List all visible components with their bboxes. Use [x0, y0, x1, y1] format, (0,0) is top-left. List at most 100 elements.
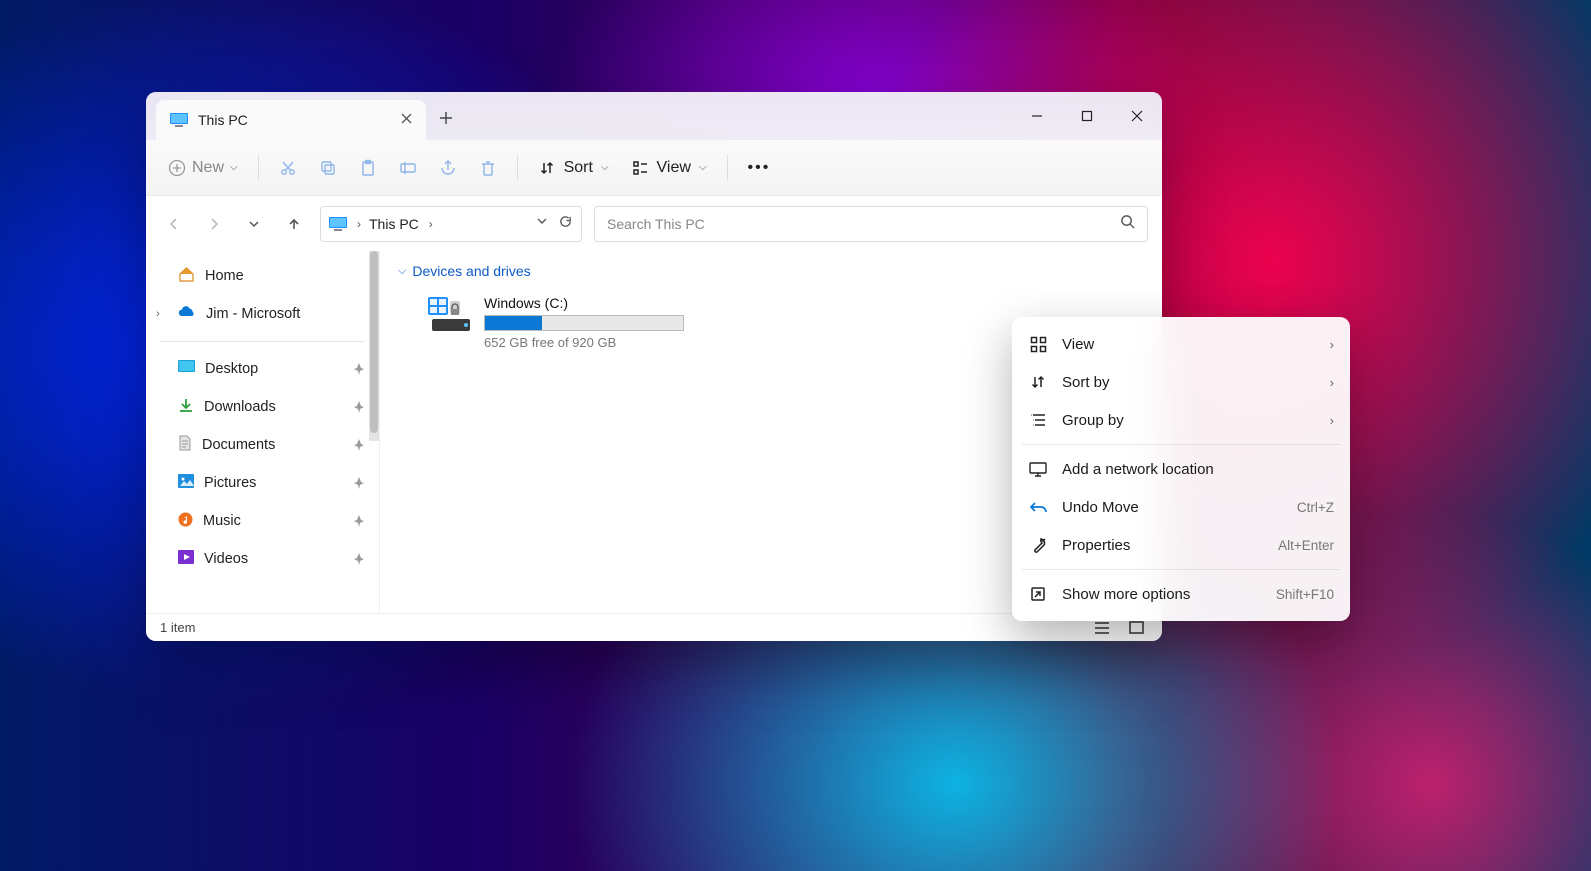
undo-icon — [1028, 497, 1048, 517]
context-menu-view[interactable]: View › — [1012, 325, 1350, 363]
tab-title: This PC — [198, 112, 248, 128]
sort-button[interactable]: Sort ⌵ — [530, 150, 617, 186]
sidebar-item-desktop[interactable]: Desktop — [146, 350, 379, 388]
sidebar-item-label: Documents — [202, 437, 275, 453]
sidebar-item-home[interactable]: Home — [146, 257, 379, 295]
context-menu-separator — [1022, 569, 1340, 570]
toolbar-separator — [258, 155, 259, 181]
context-menu-label: Group by — [1062, 412, 1316, 429]
search-box[interactable] — [594, 206, 1148, 242]
view-label: View — [657, 159, 691, 177]
context-menu-separator — [1022, 444, 1340, 445]
item-count: 1 item — [160, 620, 195, 635]
chevron-right-icon[interactable]: › — [156, 308, 160, 320]
rename-icon — [399, 159, 417, 177]
sidebar-item-onedrive[interactable]: › Jim - Microsoft — [146, 295, 379, 333]
pin-icon[interactable] — [353, 362, 365, 376]
search-icon — [1120, 214, 1135, 234]
sidebar-item-downloads[interactable]: Downloads — [146, 388, 379, 426]
body: Home › Jim - Microsoft Desktop Downloads… — [146, 251, 1162, 613]
desktop-icon — [178, 360, 195, 378]
context-menu-accelerator: Ctrl+Z — [1297, 500, 1334, 515]
back-button[interactable] — [160, 208, 188, 240]
address-bar[interactable]: › This PC › — [320, 206, 582, 242]
sidebar-scrollbar[interactable] — [369, 251, 379, 441]
sidebar-item-label: Downloads — [204, 399, 276, 415]
pin-icon[interactable] — [353, 514, 365, 528]
refresh-button[interactable] — [558, 214, 573, 234]
view-button[interactable]: View ⌵ — [623, 150, 715, 186]
scrollbar-thumb[interactable] — [370, 251, 378, 433]
chevron-right-icon[interactable]: › — [429, 217, 433, 231]
this-pc-icon — [329, 217, 347, 231]
scissors-icon — [279, 159, 297, 177]
context-menu-group-by[interactable]: Group by › — [1012, 401, 1350, 439]
titlebar: This PC — [146, 92, 1162, 140]
drive-item-c[interactable]: Windows (C:) 652 GB free of 920 GB — [428, 293, 728, 352]
group-label: Devices and drives — [412, 263, 530, 279]
context-menu-label: View — [1062, 336, 1316, 353]
sidebar-separator — [160, 341, 365, 342]
ellipsis-icon: ••• — [748, 159, 771, 177]
videos-icon — [178, 550, 194, 568]
clipboard-icon — [359, 159, 377, 177]
drive-capacity-fill — [485, 316, 542, 330]
address-dropdown-icon[interactable] — [536, 214, 548, 234]
close-button[interactable] — [1112, 92, 1162, 140]
forward-button[interactable] — [200, 208, 228, 240]
toolbar-separator — [727, 155, 728, 181]
more-button[interactable]: ••• — [740, 150, 779, 186]
tab-close-icon[interactable] — [401, 113, 412, 127]
chevron-down-icon: ⌵ — [601, 162, 609, 173]
up-button[interactable] — [280, 208, 308, 240]
delete-button — [471, 150, 505, 186]
sidebar-item-pictures[interactable]: Pictures — [146, 464, 379, 502]
sidebar-item-music[interactable]: Music — [146, 502, 379, 540]
trash-icon — [479, 159, 497, 177]
address-segment[interactable]: This PC — [369, 216, 419, 232]
rename-button — [391, 150, 425, 186]
sidebar-item-documents[interactable]: Documents — [146, 426, 379, 464]
minimize-button[interactable] — [1012, 92, 1062, 140]
chevron-right-icon: › — [1330, 413, 1334, 428]
maximize-button[interactable] — [1062, 92, 1112, 140]
chevron-down-icon: ⌵ — [398, 265, 406, 278]
copy-icon — [319, 159, 337, 177]
pin-icon[interactable] — [353, 400, 365, 414]
sort-icon — [538, 159, 556, 177]
pin-icon[interactable] — [353, 438, 365, 452]
paste-button — [351, 150, 385, 186]
pictures-icon — [178, 474, 194, 492]
new-tab-button[interactable] — [426, 96, 466, 140]
context-menu-show-more-options[interactable]: Show more options Shift+F10 — [1012, 575, 1350, 613]
download-icon — [178, 397, 194, 417]
context-menu-label: Properties — [1062, 537, 1264, 554]
chevron-right-icon[interactable]: › — [357, 217, 361, 231]
this-pc-icon — [170, 113, 188, 127]
drive-icon — [428, 295, 472, 333]
onedrive-icon — [178, 306, 196, 322]
group-icon — [1028, 410, 1048, 430]
context-menu-accelerator: Shift+F10 — [1276, 587, 1334, 602]
pin-icon[interactable] — [353, 476, 365, 490]
context-menu-add-network-location[interactable]: Add a network location — [1012, 450, 1350, 488]
context-menu-accelerator: Alt+Enter — [1278, 538, 1334, 553]
status-bar: 1 item — [146, 613, 1162, 641]
navigation-pane: Home › Jim - Microsoft Desktop Downloads… — [146, 251, 380, 613]
context-menu-properties[interactable]: Properties Alt+Enter — [1012, 526, 1350, 564]
sidebar-item-videos[interactable]: Videos — [146, 540, 379, 578]
tab-this-pc[interactable]: This PC — [156, 100, 426, 140]
sidebar-item-label: Home — [205, 268, 244, 284]
file-explorer-window: This PC New ⌵ — [146, 92, 1162, 641]
home-icon — [178, 266, 195, 287]
wrench-icon — [1028, 535, 1048, 555]
context-menu-undo-move[interactable]: Undo Move Ctrl+Z — [1012, 488, 1350, 526]
search-input[interactable] — [607, 216, 1120, 232]
sidebar-item-label: Videos — [204, 551, 248, 567]
new-button[interactable]: New ⌵ — [160, 150, 246, 186]
drive-name: Windows (C:) — [484, 295, 728, 311]
recent-locations-button[interactable] — [240, 208, 268, 240]
group-devices-drives[interactable]: ⌵ Devices and drives — [398, 263, 1144, 279]
pin-icon[interactable] — [353, 552, 365, 566]
context-menu-sort-by[interactable]: Sort by › — [1012, 363, 1350, 401]
